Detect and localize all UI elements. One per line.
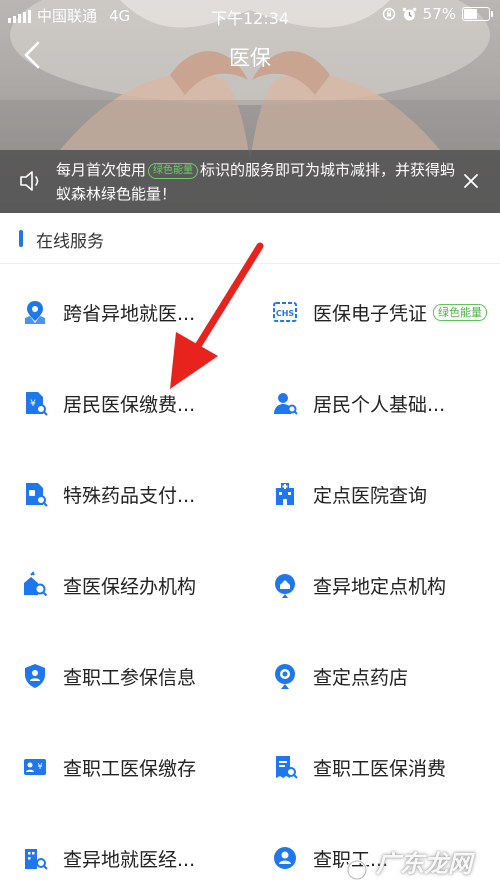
receipt-search-icon — [276, 756, 298, 779]
hospital-icon — [276, 483, 294, 505]
pharmacy-pin-icon — [275, 664, 295, 689]
close-icon[interactable] — [462, 172, 480, 190]
payment-doc-icon: ¥ — [26, 392, 48, 416]
notice-text: 每月首次使用 绿色能量 标识的服务即可为城市减排，并获得蚂蚁森林绿色能量！ — [56, 161, 456, 203]
notice-banner: 每月首次使用 绿色能量 标识的服务即可为城市减排，并获得蚂蚁森林绿色能量！ — [0, 150, 500, 213]
watermark-text: 广东龙网 — [376, 850, 472, 878]
service-item-6[interactable]: 定点医院查询 — [271, 469, 427, 519]
chs-card-icon: CHS — [273, 302, 297, 322]
service-label: 特殊药品支付... — [63, 484, 196, 507]
service-label: 查异地就医经... — [63, 848, 196, 871]
service-item-7[interactable]: 查医保经办机构 — [21, 560, 196, 610]
service-label: 医保电子凭证 — [313, 302, 428, 325]
service-item-4[interactable]: 居民个人基础... — [271, 378, 445, 428]
green-energy-badge: 绿色能量 — [433, 303, 488, 321]
service-item-1[interactable]: 跨省异地就医... — [21, 287, 195, 337]
svg-text:¥: ¥ — [30, 399, 36, 409]
header-banner: 中国联通 4G 下午12:34 57% 医保 每月首次使用 绿色能量 标识的服务… — [0, 0, 500, 213]
page-title: 医保 — [229, 46, 271, 70]
service-label: 查医保经办机构 — [63, 575, 197, 598]
service-label: 查职工医保缴存 — [63, 757, 197, 780]
watermark-logo-icon — [346, 859, 368, 881]
service-label: 查职工参保信息 — [63, 666, 197, 689]
alarm-icon — [402, 7, 416, 20]
shield-person-icon — [25, 664, 45, 688]
service-item-2[interactable]: CHS 医保电子凭证 绿色能量 — [271, 287, 488, 337]
svg-text:CHS: CHS — [276, 309, 295, 318]
service-label: 查定点药店 — [313, 666, 409, 689]
service-label: 定点医院查询 — [313, 484, 428, 507]
green-energy-tag: 绿色能量 — [148, 163, 199, 179]
building-search-icon — [25, 849, 48, 870]
service-item-11[interactable]: ¥ 查职工医保缴存 — [21, 742, 196, 792]
service-label: 查职工医保消费 — [313, 757, 447, 780]
location-home-icon — [275, 574, 295, 598]
map-pin-icon — [25, 301, 45, 324]
service-item-5[interactable]: 特殊药品支付... — [21, 469, 195, 519]
service-item-12[interactable]: 查职工医保消费 — [271, 742, 446, 792]
service-label: 居民个人基础... — [313, 393, 446, 416]
speaker-icon — [20, 171, 39, 191]
service-label: 居民医保缴费... — [63, 393, 196, 416]
service-label: 查异地定点机构 — [313, 575, 447, 598]
agency-icon — [24, 571, 48, 597]
service-label: 跨省异地就医... — [63, 302, 196, 325]
person-circle-icon — [274, 847, 296, 869]
service-item-14[interactable]: 查职工... — [271, 833, 388, 883]
section-header: 在线服务 — [0, 213, 500, 264]
svg-text:¥: ¥ — [37, 762, 42, 771]
section-accent-bar — [19, 230, 23, 247]
service-item-8[interactable]: 查异地定点机构 — [271, 560, 446, 610]
battery-percent: 57% — [422, 5, 456, 23]
service-item-9[interactable]: 查职工参保信息 — [21, 651, 196, 701]
money-card-icon: ¥ — [24, 759, 46, 775]
service-item-3[interactable]: ¥ 居民医保缴费... — [21, 378, 195, 428]
rotation-lock-icon — [382, 7, 395, 21]
medicine-doc-icon — [26, 483, 48, 507]
status-bar: 中国联通 4G 下午12:34 57% — [0, 0, 500, 30]
service-item-10[interactable]: 查定点药店 — [271, 651, 408, 701]
person-search-icon — [274, 393, 298, 415]
battery-icon — [462, 7, 493, 21]
service-item-13[interactable]: 查异地就医经... — [21, 833, 195, 883]
section-title: 在线服务 — [36, 232, 104, 252]
